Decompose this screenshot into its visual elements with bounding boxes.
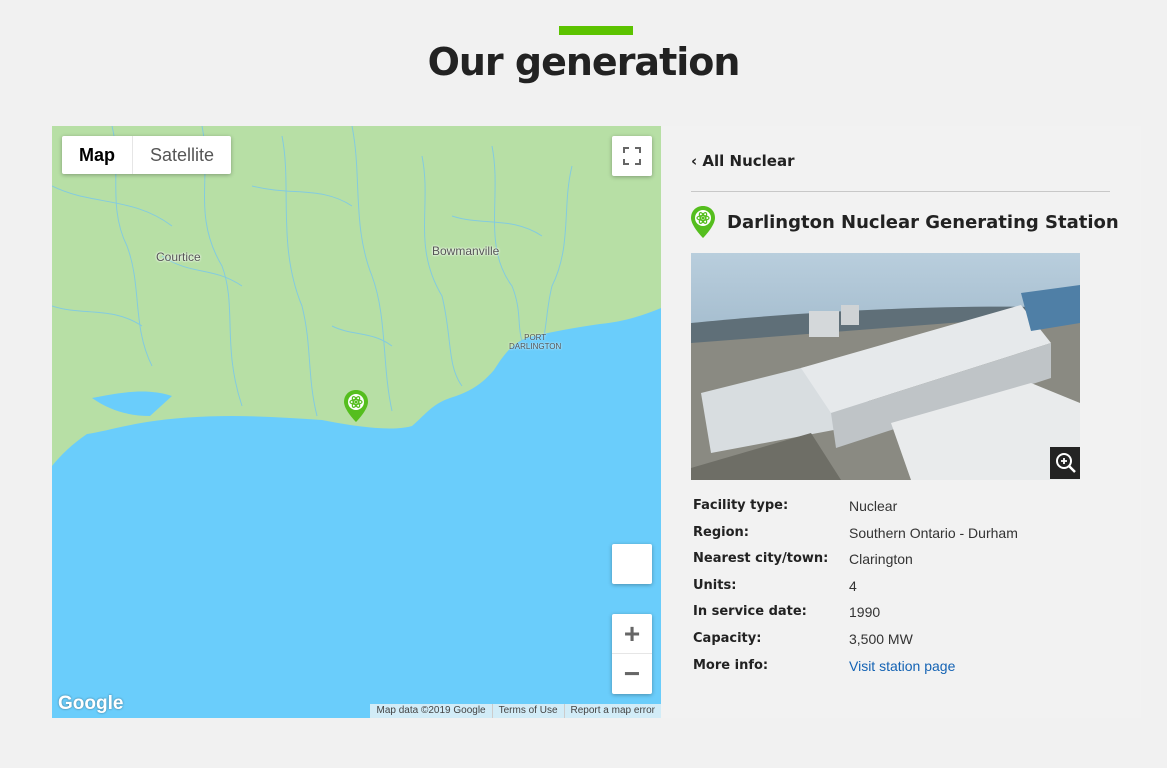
- google-logo: Google: [58, 693, 124, 714]
- map-type-map-button[interactable]: Map: [62, 136, 133, 174]
- map-data-credit: Map data ©2019 Google: [376, 705, 486, 716]
- map-type-satellite-button[interactable]: Satellite: [133, 136, 231, 174]
- fact-label: Nearest city/town:: [693, 551, 829, 567]
- fact-label: Units:: [693, 577, 737, 593]
- fact-label: Facility type:: [693, 498, 789, 513]
- fact-value: 3,500 MW: [849, 630, 913, 647]
- zoom-control: + −: [612, 614, 652, 694]
- nuclear-marker-icon: [344, 390, 368, 422]
- title-accent-bar: [559, 26, 633, 35]
- station-name: Darlington Nuclear Generating Station: [727, 211, 1119, 233]
- map-label-port-darlington: PORT DARLINGTON: [509, 333, 561, 351]
- map-view[interactable]: Courtice Bowmanville PORT DARLINGTON Map…: [52, 126, 661, 718]
- fact-row-more-info: More info: Visit station page: [693, 658, 1018, 685]
- station-photo-image: [691, 253, 1080, 480]
- fact-label: In service date:: [693, 604, 807, 620]
- report-map-error-link[interactable]: Report a map error: [563, 704, 661, 718]
- fact-row-capacity: Capacity: 3,500 MW: [693, 631, 1018, 658]
- street-view-control[interactable]: [612, 544, 652, 584]
- zoom-in-button[interactable]: +: [612, 614, 652, 654]
- map-attribution: Map data ©2019 Google Terms of Use Repor…: [370, 704, 661, 718]
- fullscreen-button[interactable]: [612, 136, 652, 176]
- fact-label: More info:: [693, 657, 769, 673]
- fact-row-in-service-date: In service date: 1990: [693, 604, 1018, 631]
- panel-divider: [691, 191, 1110, 192]
- station-info-panel: ‹ All Nuclear Darlington Nuclear Generat…: [661, 126, 1141, 718]
- back-to-all-nuclear-link[interactable]: ‹ All Nuclear: [691, 152, 794, 170]
- fact-row-nearest-city: Nearest city/town: Clarington: [693, 551, 1018, 578]
- fact-value: Nuclear: [849, 498, 898, 514]
- fullscreen-icon: [623, 147, 641, 165]
- map-label-port-line1: PORT: [524, 333, 547, 342]
- map-label-bowmanville: Bowmanville: [432, 244, 500, 258]
- nuclear-marker-icon: [691, 206, 715, 238]
- fact-row-units: Units: 4: [693, 578, 1018, 605]
- fact-value: Southern Ontario - Durham: [849, 524, 1018, 541]
- terms-of-use-link[interactable]: Terms of Use: [491, 704, 564, 718]
- zoom-out-button[interactable]: −: [612, 654, 652, 694]
- page-title: Our generation: [427, 40, 741, 84]
- station-map-marker[interactable]: [344, 390, 368, 427]
- fact-label: Region:: [693, 524, 749, 540]
- map-type-control: Map Satellite: [62, 136, 232, 174]
- magnify-plus-icon: [1056, 453, 1076, 473]
- map-label-courtice: Courtice: [156, 250, 201, 264]
- fact-value: 4: [849, 577, 857, 594]
- visit-station-page-link[interactable]: Visit station page: [849, 658, 955, 674]
- station-header: Darlington Nuclear Generating Station: [691, 206, 1119, 238]
- fact-row-region: Region: Southern Ontario - Durham: [693, 525, 1018, 552]
- station-facts-table: Facility type: Nuclear Region: Southern …: [693, 498, 1018, 684]
- fact-row-facility-type: Facility type: Nuclear: [693, 498, 1018, 525]
- station-photo[interactable]: [691, 253, 1080, 480]
- photo-zoom-button[interactable]: [1050, 447, 1080, 479]
- fact-label: Capacity:: [693, 630, 762, 646]
- fact-value: Clarington: [849, 551, 913, 568]
- map-label-port-line2: DARLINGTON: [509, 342, 562, 351]
- fact-value: 1990: [849, 604, 881, 621]
